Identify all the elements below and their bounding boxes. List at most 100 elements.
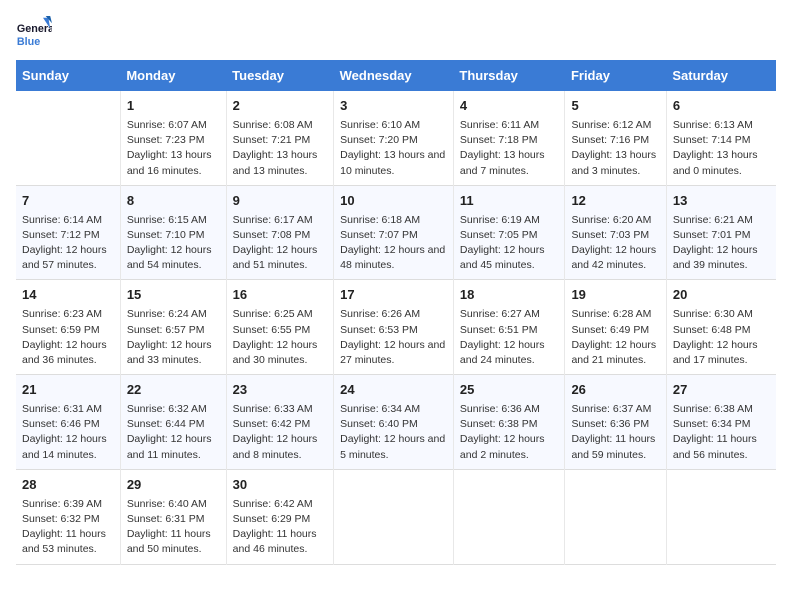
calendar-cell: 4Sunrise: 6:11 AMSunset: 7:18 PMDaylight… bbox=[453, 91, 565, 185]
day-info: Sunrise: 6:20 AMSunset: 7:03 PMDaylight:… bbox=[571, 213, 659, 274]
day-number: 25 bbox=[460, 381, 559, 400]
day-info: Sunrise: 6:34 AMSunset: 6:40 PMDaylight:… bbox=[340, 402, 447, 463]
header-friday: Friday bbox=[565, 60, 666, 91]
calendar-cell: 26 Sunrise: 6:37 AMSunset: 6:36 PMDayligh… bbox=[565, 375, 666, 470]
calendar-cell: 11Sunrise: 6:19 AMSunset: 7:05 PMDayligh… bbox=[453, 185, 565, 280]
day-info: Sunrise: 6:14 AMSunset: 7:12 PMDaylight:… bbox=[22, 213, 114, 274]
calendar-cell: 8 Sunrise: 6:15 AMSunset: 7:10 PMDaylight… bbox=[120, 185, 226, 280]
day-info: Sunrise: 6:25 AMSunset: 6:55 PMDaylight:… bbox=[233, 307, 327, 368]
svg-text:Blue: Blue bbox=[17, 36, 40, 48]
day-info: Sunrise: 6:32 AMSunset: 6:44 PMDaylight:… bbox=[127, 402, 220, 463]
calendar-cell: 9 Sunrise: 6:17 AMSunset: 7:08 PMDaylight… bbox=[226, 185, 333, 280]
header-tuesday: Tuesday bbox=[226, 60, 333, 91]
calendar-cell: 20Sunrise: 6:30 AMSunset: 6:48 PMDayligh… bbox=[666, 280, 776, 375]
day-number: 15 bbox=[127, 286, 220, 305]
day-number: 24 bbox=[340, 381, 447, 400]
calendar-cell: 24 Sunrise: 6:34 AMSunset: 6:40 PMDayligh… bbox=[334, 375, 454, 470]
calendar-cell: 27 Sunrise: 6:38 AMSunset: 6:34 PMDayligh… bbox=[666, 375, 776, 470]
header-wednesday: Wednesday bbox=[334, 60, 454, 91]
calendar-cell: 3 Sunrise: 6:10 AMSunset: 7:20 PMDaylight… bbox=[334, 91, 454, 185]
day-number: 18 bbox=[460, 286, 559, 305]
day-info: Sunrise: 6:11 AMSunset: 7:18 PMDaylight:… bbox=[460, 118, 559, 179]
calendar-cell: 17 Sunrise: 6:26 AMSunset: 6:53 PMDayligh… bbox=[334, 280, 454, 375]
day-number: 30 bbox=[233, 476, 327, 495]
day-number: 8 bbox=[127, 192, 220, 211]
calendar-table: SundayMondayTuesdayWednesdayThursdayFrid… bbox=[16, 60, 776, 565]
day-info: Sunrise: 6:31 AMSunset: 6:46 PMDaylight:… bbox=[22, 402, 114, 463]
day-number: 6 bbox=[673, 97, 770, 116]
calendar-cell bbox=[565, 469, 666, 564]
calendar-cell: 21 Sunrise: 6:31 AMSunset: 6:46 PMDayligh… bbox=[16, 375, 120, 470]
day-number: 3 bbox=[340, 97, 447, 116]
calendar-header-row: SundayMondayTuesdayWednesdayThursdayFrid… bbox=[16, 60, 776, 91]
day-info: Sunrise: 6:26 AMSunset: 6:53 PMDaylight:… bbox=[340, 307, 447, 368]
calendar-cell: 13 Sunrise: 6:21 AMSunset: 7:01 PMDayligh… bbox=[666, 185, 776, 280]
day-number: 14 bbox=[22, 286, 114, 305]
day-number: 23 bbox=[233, 381, 327, 400]
day-info: Sunrise: 6:40 AMSunset: 6:31 PMDaylight:… bbox=[127, 497, 220, 558]
logo-icon: GeneralBlue bbox=[16, 16, 52, 52]
day-info: Sunrise: 6:12 AMSunset: 7:16 PMDaylight:… bbox=[571, 118, 659, 179]
day-number: 21 bbox=[22, 381, 114, 400]
day-number: 16 bbox=[233, 286, 327, 305]
calendar-cell: 5 Sunrise: 6:12 AMSunset: 7:16 PMDaylight… bbox=[565, 91, 666, 185]
day-info: Sunrise: 6:08 AMSunset: 7:21 PMDaylight:… bbox=[233, 118, 327, 179]
calendar-cell: 16 Sunrise: 6:25 AMSunset: 6:55 PMDayligh… bbox=[226, 280, 333, 375]
calendar-cell bbox=[16, 91, 120, 185]
day-info: Sunrise: 6:23 AMSunset: 6:59 PMDaylight:… bbox=[22, 307, 114, 368]
calendar-cell: 14 Sunrise: 6:23 AMSunset: 6:59 PMDayligh… bbox=[16, 280, 120, 375]
calendar-cell bbox=[334, 469, 454, 564]
calendar-cell bbox=[666, 469, 776, 564]
calendar-cell: 22Sunrise: 6:32 AMSunset: 6:44 PMDayligh… bbox=[120, 375, 226, 470]
header-monday: Monday bbox=[120, 60, 226, 91]
day-number: 2 bbox=[233, 97, 327, 116]
day-number: 10 bbox=[340, 192, 447, 211]
day-number: 13 bbox=[673, 192, 770, 211]
day-info: Sunrise: 6:07 AMSunset: 7:23 PMDaylight:… bbox=[127, 118, 220, 179]
day-info: Sunrise: 6:17 AMSunset: 7:08 PMDaylight:… bbox=[233, 213, 327, 274]
day-number: 27 bbox=[673, 381, 770, 400]
day-info: Sunrise: 6:10 AMSunset: 7:20 PMDaylight:… bbox=[340, 118, 447, 179]
day-number: 12 bbox=[571, 192, 659, 211]
calendar-week-4: 21 Sunrise: 6:31 AMSunset: 6:46 PMDayligh… bbox=[16, 375, 776, 470]
day-info: Sunrise: 6:30 AMSunset: 6:48 PMDaylight:… bbox=[673, 307, 770, 368]
page-header: GeneralBlue bbox=[16, 16, 776, 52]
day-info: Sunrise: 6:13 AMSunset: 7:14 PMDaylight:… bbox=[673, 118, 770, 179]
calendar-cell: 15 Sunrise: 6:24 AMSunset: 6:57 PMDayligh… bbox=[120, 280, 226, 375]
calendar-week-3: 14 Sunrise: 6:23 AMSunset: 6:59 PMDayligh… bbox=[16, 280, 776, 375]
day-info: Sunrise: 6:21 AMSunset: 7:01 PMDaylight:… bbox=[673, 213, 770, 274]
day-info: Sunrise: 6:36 AMSunset: 6:38 PMDaylight:… bbox=[460, 402, 559, 463]
calendar-cell: 10Sunrise: 6:18 AMSunset: 7:07 PMDayligh… bbox=[334, 185, 454, 280]
day-number: 5 bbox=[571, 97, 659, 116]
header-saturday: Saturday bbox=[666, 60, 776, 91]
calendar-week-2: 7Sunrise: 6:14 AMSunset: 7:12 PMDaylight… bbox=[16, 185, 776, 280]
day-info: Sunrise: 6:38 AMSunset: 6:34 PMDaylight:… bbox=[673, 402, 770, 463]
calendar-cell: 1Sunrise: 6:07 AMSunset: 7:23 PMDaylight… bbox=[120, 91, 226, 185]
day-number: 26 bbox=[571, 381, 659, 400]
calendar-week-5: 28 Sunrise: 6:39 AMSunset: 6:32 PMDayligh… bbox=[16, 469, 776, 564]
calendar-cell: 2 Sunrise: 6:08 AMSunset: 7:21 PMDaylight… bbox=[226, 91, 333, 185]
day-info: Sunrise: 6:15 AMSunset: 7:10 PMDaylight:… bbox=[127, 213, 220, 274]
day-number: 29 bbox=[127, 476, 220, 495]
day-info: Sunrise: 6:42 AMSunset: 6:29 PMDaylight:… bbox=[233, 497, 327, 558]
calendar-cell: 25 Sunrise: 6:36 AMSunset: 6:38 PMDayligh… bbox=[453, 375, 565, 470]
day-info: Sunrise: 6:39 AMSunset: 6:32 PMDaylight:… bbox=[22, 497, 114, 558]
calendar-cell: 7Sunrise: 6:14 AMSunset: 7:12 PMDaylight… bbox=[16, 185, 120, 280]
header-thursday: Thursday bbox=[453, 60, 565, 91]
calendar-cell: 18Sunrise: 6:27 AMSunset: 6:51 PMDayligh… bbox=[453, 280, 565, 375]
day-number: 19 bbox=[571, 286, 659, 305]
day-number: 17 bbox=[340, 286, 447, 305]
day-info: Sunrise: 6:19 AMSunset: 7:05 PMDaylight:… bbox=[460, 213, 559, 274]
day-info: Sunrise: 6:37 AMSunset: 6:36 PMDaylight:… bbox=[571, 402, 659, 463]
day-number: 28 bbox=[22, 476, 114, 495]
day-number: 9 bbox=[233, 192, 327, 211]
day-info: Sunrise: 6:33 AMSunset: 6:42 PMDaylight:… bbox=[233, 402, 327, 463]
day-info: Sunrise: 6:24 AMSunset: 6:57 PMDaylight:… bbox=[127, 307, 220, 368]
calendar-cell: 23 Sunrise: 6:33 AMSunset: 6:42 PMDayligh… bbox=[226, 375, 333, 470]
svg-text:General: General bbox=[17, 23, 52, 35]
calendar-cell: 19Sunrise: 6:28 AMSunset: 6:49 PMDayligh… bbox=[565, 280, 666, 375]
calendar-cell bbox=[453, 469, 565, 564]
calendar-cell: 28 Sunrise: 6:39 AMSunset: 6:32 PMDayligh… bbox=[16, 469, 120, 564]
header-sunday: Sunday bbox=[16, 60, 120, 91]
calendar-cell: 29 Sunrise: 6:40 AMSunset: 6:31 PMDayligh… bbox=[120, 469, 226, 564]
